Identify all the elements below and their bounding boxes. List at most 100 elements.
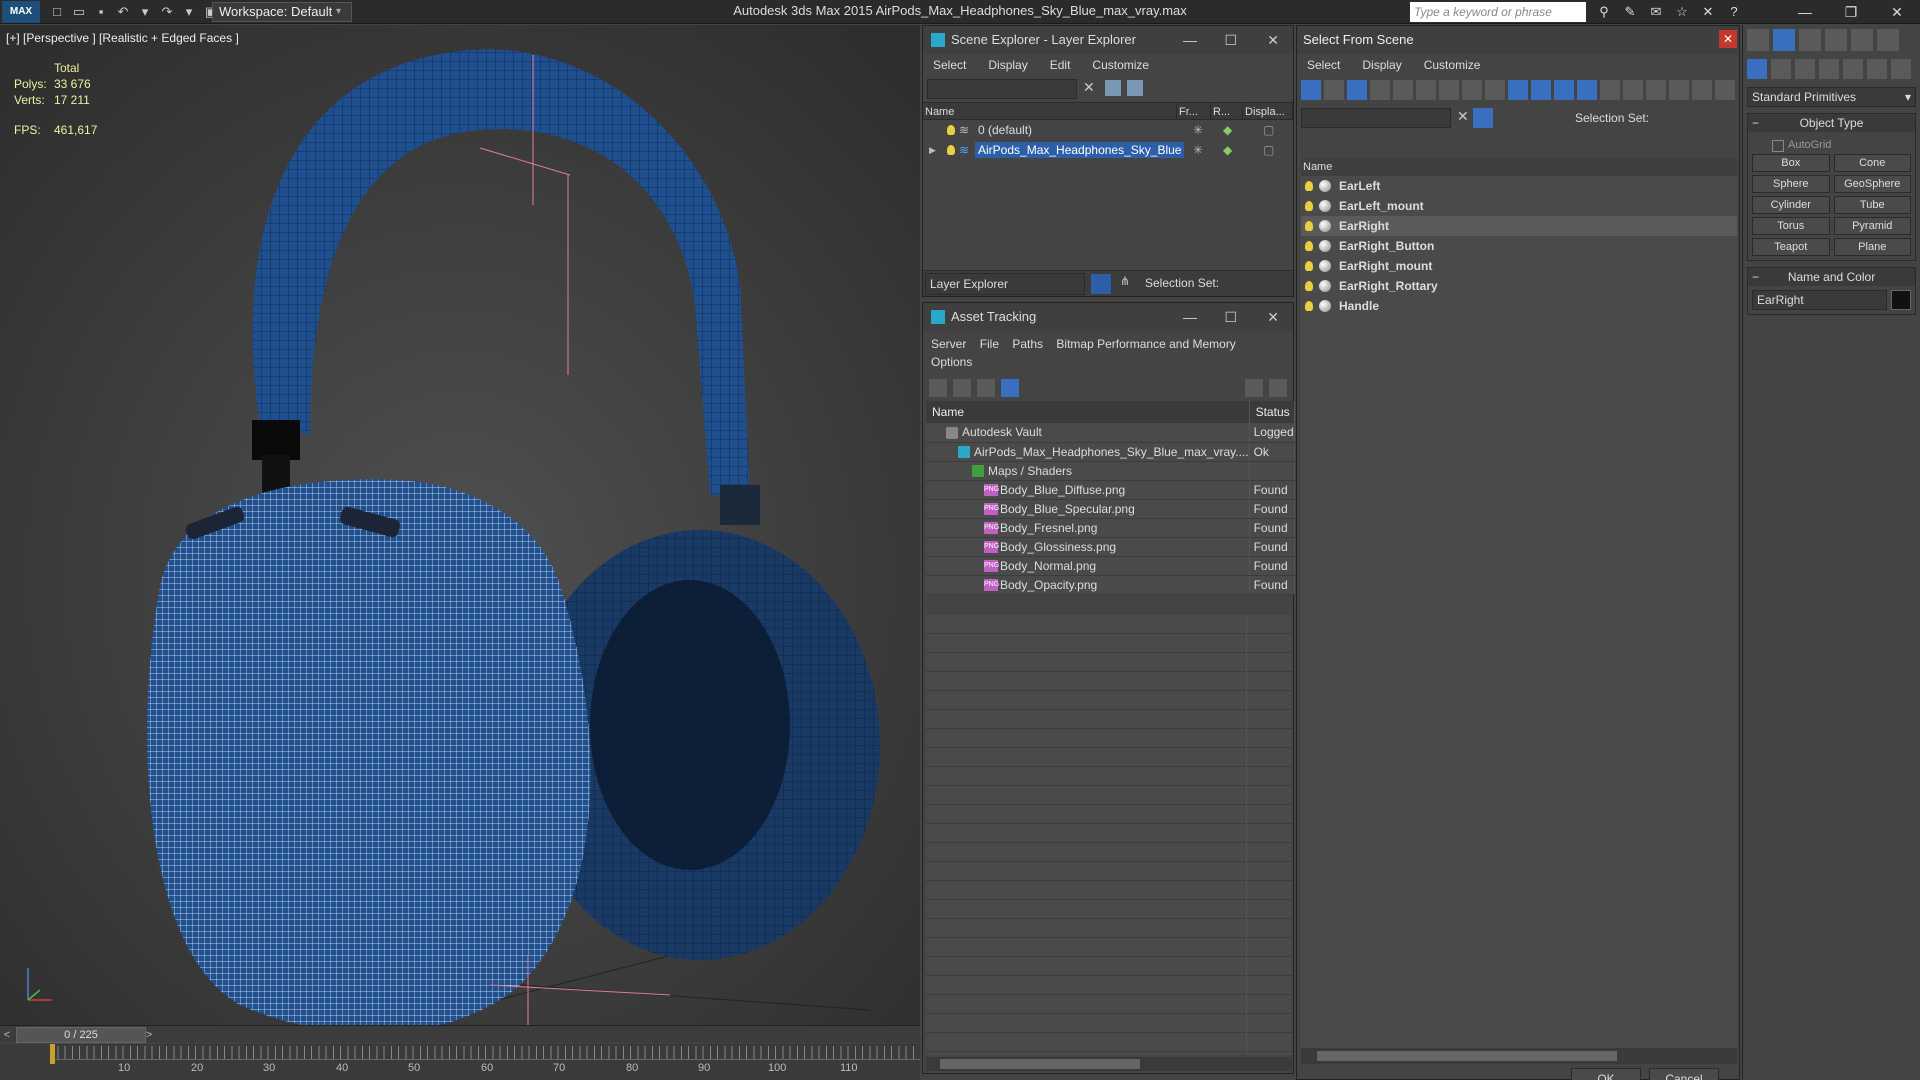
lightbulb-icon[interactable] [1305, 181, 1313, 191]
track-bar[interactable]: 10 20 30 40 50 60 70 80 90 100 110 [0, 1044, 920, 1080]
cone-button[interactable]: Cone [1833, 154, 1911, 172]
teapot-button[interactable]: Teapot [1752, 238, 1830, 256]
open-file-icon[interactable]: ▭ [70, 3, 88, 21]
explorer-type-dropdown[interactable]: Layer Explorer [925, 273, 1085, 295]
display-icon[interactable]: ▢ [1263, 123, 1274, 137]
time-slider-thumb[interactable]: 0 / 225 [16, 1027, 146, 1043]
maximize-button[interactable]: ☐ [1224, 303, 1237, 331]
motion-tab[interactable] [1851, 29, 1873, 51]
help-icon[interactable] [1245, 379, 1263, 397]
sphere-button[interactable]: Sphere [1752, 175, 1830, 193]
lightbulb-icon[interactable] [1305, 221, 1313, 231]
new-file-icon[interactable]: □ [48, 3, 66, 21]
geosphere-button[interactable]: GeoSphere [1833, 175, 1911, 193]
prev-frame-icon[interactable]: < [0, 1026, 14, 1044]
close-x-icon[interactable]: ✕ [1698, 2, 1718, 22]
table-row[interactable]: PNGBody_Blue_Specular.png Found [926, 499, 1295, 519]
systems-icon[interactable] [1891, 59, 1911, 79]
table-row[interactable]: PNGBody_Normal.png Found [926, 556, 1295, 576]
close-button[interactable]: ✕ [1719, 30, 1737, 48]
menu-customize[interactable]: Customize [1424, 54, 1481, 76]
time-slider[interactable]: < 0 / 225 > [0, 1025, 920, 1043]
select-all-icon[interactable] [1600, 80, 1620, 100]
cancel-button[interactable]: Cancel [1649, 1068, 1719, 1080]
list-item[interactable]: EarLeft [1301, 176, 1737, 196]
menu-select[interactable]: Select [1307, 54, 1340, 76]
table-row[interactable]: Autodesk Vault Logged [926, 423, 1295, 443]
table-row[interactable]: Maps / Shaders [926, 461, 1295, 481]
render-icon[interactable]: ◆ [1223, 123, 1232, 137]
autogrid-checkbox[interactable]: AutoGrid [1752, 136, 1911, 154]
table-row[interactable]: AirPods_Max_Headphones_Sky_Blue_max_vray… [926, 442, 1295, 462]
box-button[interactable]: Box [1752, 154, 1830, 172]
filter-toggle-icon[interactable] [1473, 108, 1493, 128]
next-frame-icon[interactable]: > [142, 1026, 156, 1044]
clear-icon[interactable]: ✕ [1083, 79, 1095, 96]
binoculars-icon[interactable]: ⚲ [1594, 2, 1614, 22]
spacewarps-filter-icon[interactable] [1416, 80, 1436, 100]
spacewarps-icon[interactable] [1867, 59, 1887, 79]
display-invert-icon[interactable] [1554, 80, 1574, 100]
groups-filter-icon[interactable] [1439, 80, 1459, 100]
menu-options[interactable]: Options [931, 355, 972, 369]
thumbnail-icon[interactable] [977, 379, 995, 397]
create-tab[interactable] [1773, 29, 1795, 51]
search-input[interactable]: Type a keyword or phrase [1410, 2, 1586, 22]
display-all-icon[interactable] [1508, 80, 1528, 100]
display-children-icon[interactable] [1577, 80, 1597, 100]
refresh-icon[interactable] [929, 379, 947, 397]
cameras-icon[interactable] [1819, 59, 1839, 79]
table-row[interactable]: PNGBody_Glossiness.png Found [926, 537, 1295, 557]
list-item[interactable]: EarRight_Button [1301, 236, 1737, 256]
plane-button[interactable]: Plane [1833, 238, 1911, 256]
redo-icon[interactable]: ↷ [158, 3, 176, 21]
display-tab[interactable] [1877, 29, 1899, 51]
menu-paths[interactable]: Paths [1012, 337, 1043, 351]
xrefs-filter-icon[interactable] [1462, 80, 1482, 100]
helpers-filter-icon[interactable] [1393, 80, 1413, 100]
list-item[interactable]: EarRight_Rottary [1301, 276, 1737, 296]
hierarchy-tab[interactable] [1825, 29, 1847, 51]
geometry-icon[interactable] [1747, 59, 1767, 79]
app-logo[interactable]: MAX [2, 1, 40, 23]
lightbulb-icon[interactable] [1305, 201, 1313, 211]
hierarchy-icon[interactable]: ⋔ [1115, 274, 1135, 294]
table-view-icon[interactable] [1001, 379, 1019, 397]
display-none-icon[interactable] [1531, 80, 1551, 100]
layer-row[interactable]: ≋ 0 (default) ✳ ◆ ▢ [923, 120, 1293, 140]
horizontal-scrollbar[interactable] [926, 1057, 1292, 1071]
object-type-header[interactable]: Object Type [1748, 114, 1915, 132]
menu-select[interactable]: Select [933, 54, 966, 76]
chevron-down-icon[interactable]: ▾ [336, 2, 341, 22]
lightbulb-icon[interactable] [1305, 281, 1313, 291]
torus-button[interactable]: Torus [1752, 217, 1830, 235]
list-item[interactable]: EarRight_mount [1301, 256, 1737, 276]
star-icon[interactable]: ☆ [1672, 2, 1692, 22]
sun-icon[interactable] [1747, 29, 1769, 51]
lightbulb-icon[interactable] [947, 145, 955, 155]
scrollbar-thumb[interactable] [940, 1059, 1140, 1069]
workspace-dropdown[interactable]: Workspace: Default [212, 2, 352, 22]
ok-button[interactable]: OK [1571, 1068, 1641, 1080]
tools-icon[interactable]: ✎ [1620, 2, 1640, 22]
close-button[interactable]: ✕ [1874, 0, 1920, 24]
pyramid-button[interactable]: Pyramid [1833, 217, 1911, 235]
communication-icon[interactable]: ✉ [1646, 2, 1666, 22]
menu-edit[interactable]: Edit [1050, 54, 1071, 76]
menu-display[interactable]: Display [988, 54, 1027, 76]
column-display[interactable]: Displa... [1243, 103, 1293, 119]
undo-icon[interactable]: ↶ [114, 3, 132, 21]
tube-button[interactable]: Tube [1833, 196, 1911, 214]
perspective-viewport[interactable]: [+] [Perspective ] [Realistic + Edged Fa… [0, 25, 920, 1025]
select-invert-icon[interactable] [1646, 80, 1666, 100]
dropdown-arrow-icon[interactable]: ▾ [180, 3, 198, 21]
menu-file[interactable]: File [980, 337, 999, 351]
name-color-header[interactable]: Name and Color [1748, 268, 1915, 286]
find-input[interactable] [1301, 108, 1451, 128]
lights-icon[interactable] [1795, 59, 1815, 79]
freeze-icon[interactable]: ✳ [1193, 123, 1203, 137]
horizontal-scrollbar[interactable] [1301, 1048, 1737, 1064]
layer-sort-icon[interactable] [1091, 274, 1111, 294]
shapes-icon[interactable] [1771, 59, 1791, 79]
color-swatch[interactable] [1891, 290, 1911, 310]
